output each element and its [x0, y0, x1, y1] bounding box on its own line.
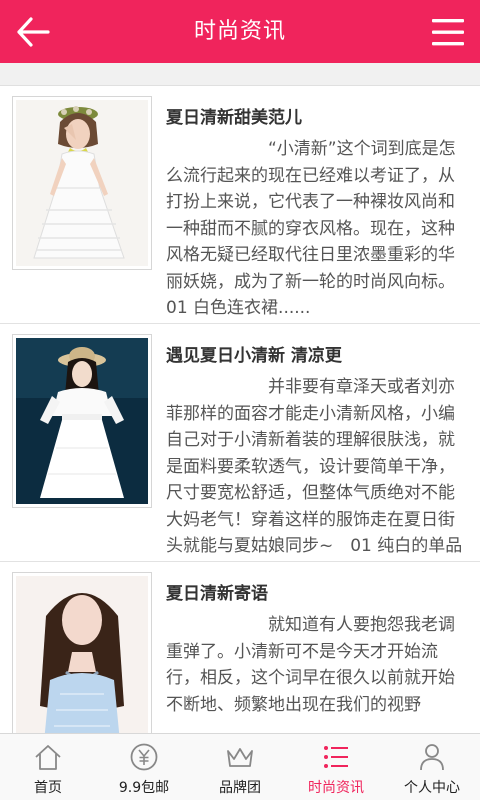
home-icon: [35, 745, 61, 770]
article-title[interactable]: 夏日清新甜美范儿: [166, 103, 466, 128]
article-item[interactable]: 遇见夏日小清新 清凉更 并非要有章泽天或者刘亦菲那样的面容才能走小清新风格，小编…: [0, 324, 480, 562]
app-header: 时尚资讯: [0, 0, 480, 63]
white-dress-straw-hat-photo: [16, 338, 148, 504]
article-excerpt: “小清新”这个词到底是怎么流行起来的现在已经难以考证了，从打扮上来说，它代表了一…: [166, 139, 466, 318]
list-icon: [324, 746, 348, 768]
article-thumbnail[interactable]: [12, 334, 152, 508]
menu-button[interactable]: [430, 14, 466, 50]
white-lace-dress-photo: [16, 100, 148, 266]
bottom-tab-bar: 首页 9.9包邮 品牌团 时尚资讯 个人中心: [0, 733, 480, 800]
page-title: 时尚资讯: [193, 19, 286, 44]
tab-personal-center[interactable]: 个人中心: [384, 734, 480, 800]
tab-brand-group[interactable]: 品牌团: [192, 734, 288, 800]
article-item[interactable]: 夏日清新寄语 就知道有人要抱怨我老调重弹了。小清新可不是今天才开始流行，相反，这…: [0, 562, 480, 733]
tab-label: 9.9包邮: [118, 780, 170, 796]
article-list: 夏日清新甜美范儿 “小清新”这个词到底是怎么流行起来的现在已经难以考证了，从打扮…: [0, 85, 480, 733]
tab-label: 品牌团: [219, 780, 261, 796]
crown-icon: [227, 748, 253, 767]
article-title[interactable]: 遇见夏日小清新 清凉更: [166, 341, 466, 366]
tab-label: 首页: [34, 780, 62, 796]
yuan-coin-icon: [130, 743, 158, 771]
hamburger-menu-icon: [432, 19, 464, 46]
news-content[interactable]: 夏日清新甜美范儿 “小清新”这个词到底是怎么流行起来的现在已经难以考证了，从打扮…: [0, 63, 480, 733]
person-icon: [420, 744, 444, 771]
article-thumbnail[interactable]: [12, 96, 152, 270]
article-thumbnail[interactable]: [12, 572, 152, 733]
article-excerpt: 并非要有章泽天或者刘亦菲那样的面容才能走小清新风格，小编自己对于小清新着装的理解…: [166, 377, 463, 556]
article-excerpt: 就知道有人要抱怨我老调重弹了。小清新可不是今天才开始流行，相反，这个词早在很久以…: [166, 615, 455, 715]
tab-label: 个人中心: [404, 780, 460, 796]
tab-fashion-news[interactable]: 时尚资讯: [288, 734, 384, 800]
tab-home[interactable]: 首页: [0, 734, 96, 800]
tab-free-shipping[interactable]: 9.9包邮: [96, 734, 192, 800]
article-item[interactable]: 夏日清新甜美范儿 “小清新”这个词到底是怎么流行起来的现在已经难以考证了，从打扮…: [0, 86, 480, 324]
article-title[interactable]: 夏日清新寄语: [166, 579, 466, 604]
tab-label: 时尚资讯: [308, 780, 364, 796]
blue-top-portrait-photo: [16, 576, 148, 733]
